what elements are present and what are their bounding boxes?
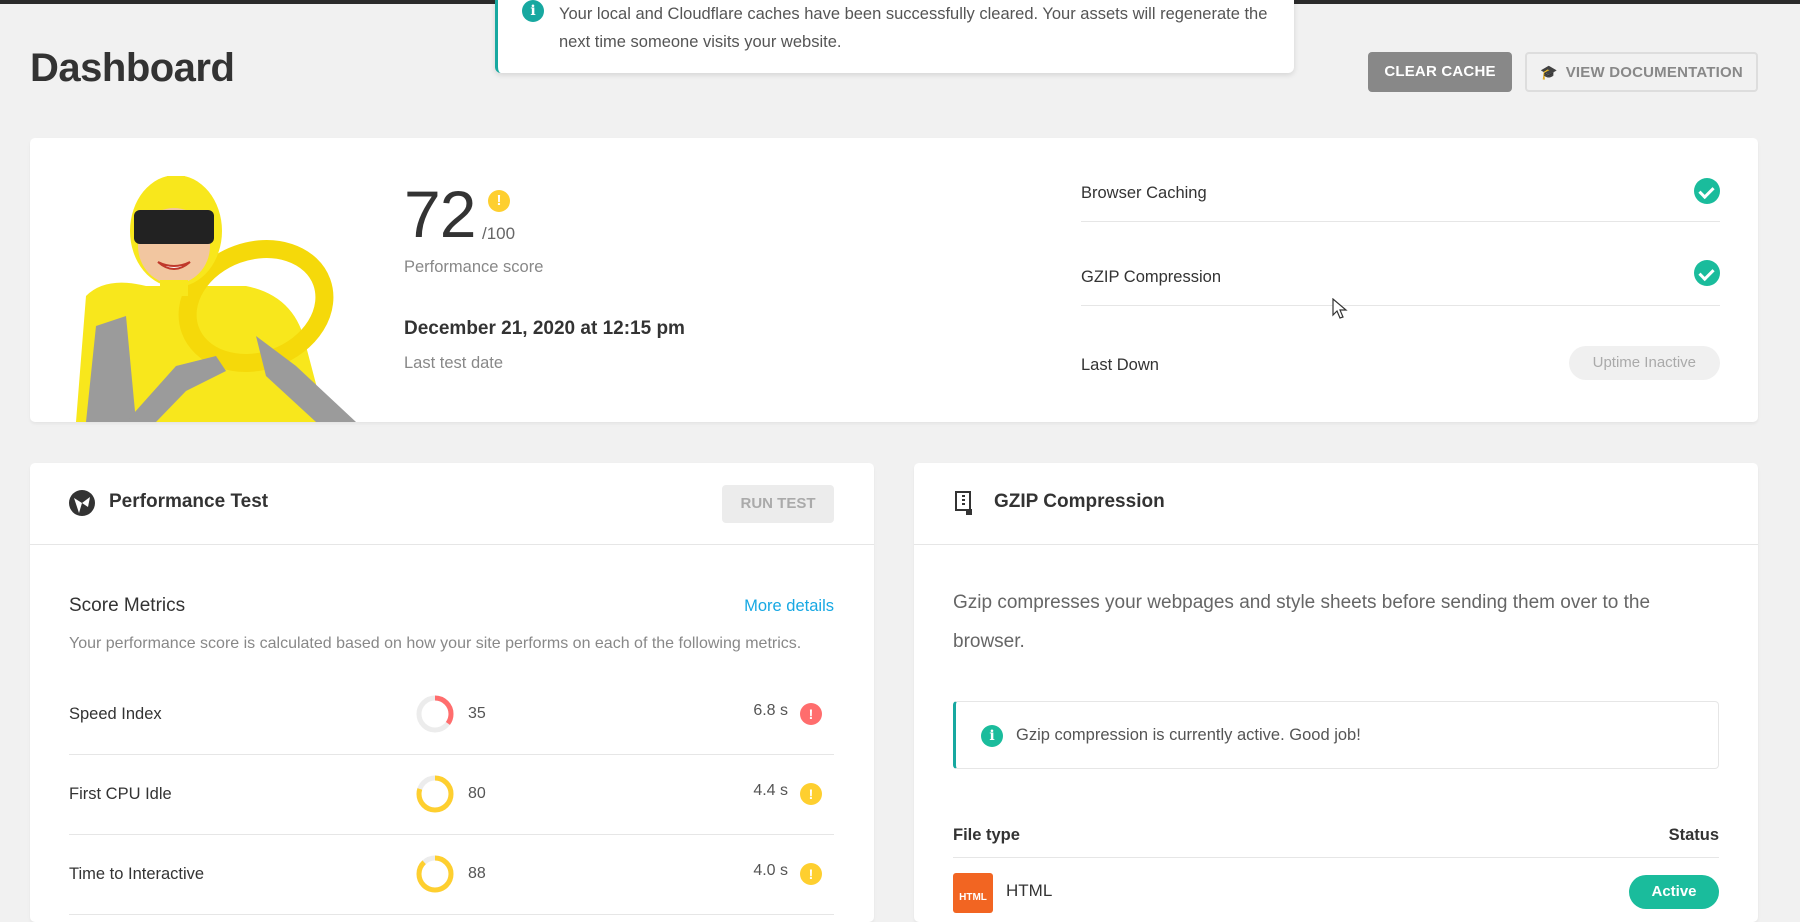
performance-icon (69, 490, 95, 516)
mouse-cursor-icon (1332, 298, 1348, 319)
file-type-table-header: File type Status (953, 818, 1719, 858)
column-file-type: File type (953, 826, 1020, 844)
metric-row[interactable]: Time to Interactive 88 4.0 s ! (69, 835, 834, 915)
stat-browser-caching[interactable]: Browser Caching (1081, 138, 1720, 222)
metric-score-ring (416, 855, 454, 893)
warning-icon: ! (800, 783, 822, 805)
page-title: Dashboard (30, 46, 235, 90)
metric-time: 4.4 s (753, 782, 788, 799)
metric-time: 6.8 s (753, 702, 788, 719)
metric-score: 35 (468, 705, 486, 722)
last-test-date-label: Last test date (404, 354, 504, 372)
check-icon (1694, 178, 1720, 204)
view-documentation-button[interactable]: 🎓 VIEW DOCUMENTATION (1525, 52, 1758, 92)
table-row[interactable]: HTML HTML Active (953, 873, 1719, 922)
performance-score-denominator: /100 (482, 224, 516, 243)
score-metrics-title: Score Metrics (69, 595, 186, 616)
performance-score-label: Performance score (404, 258, 544, 276)
clear-cache-button[interactable]: CLEAR CACHE (1368, 52, 1512, 92)
metric-name: First CPU Idle (69, 785, 172, 803)
last-test-date: December 21, 2020 at 12:15 pm (404, 318, 685, 339)
error-icon: ! (800, 703, 822, 725)
status-badge: Active (1629, 875, 1719, 909)
metric-row[interactable]: First CPU Idle 80 4.4 s ! (69, 755, 834, 835)
performance-card-header: Performance Test RUN TEST (30, 463, 874, 545)
metric-score-ring (416, 695, 454, 733)
metric-name: Time to Interactive (69, 865, 205, 883)
view-documentation-label: VIEW DOCUMENTATION (1565, 64, 1743, 81)
compress-icon (955, 491, 972, 515)
gzip-description: Gzip compresses your webpages and style … (953, 592, 1651, 652)
metric-row[interactable]: Speed Index 35 6.8 s ! (69, 675, 834, 755)
metric-ring-fill (416, 855, 454, 893)
metrics-list: Speed Index 35 6.8 s ! First CPU Idle 80… (69, 675, 834, 915)
more-details-link[interactable]: More details (744, 597, 834, 616)
info-icon: i (981, 725, 1003, 747)
gzip-card-title: GZIP Compression (994, 491, 1165, 512)
warning-icon: ! (800, 863, 822, 885)
stat-label: Last Down (1081, 356, 1159, 374)
gzip-notice-text: Gzip compression is currently active. Go… (1016, 726, 1361, 744)
mascot-illustration (76, 176, 356, 422)
status-list: Browser Caching GZIP Compression Last Do… (1081, 138, 1720, 390)
performance-score: 72 (404, 177, 476, 251)
cache-cleared-notice: i Your local and Cloudflare caches have … (495, 0, 1294, 73)
metric-score-ring (416, 775, 454, 813)
gzip-card-header: GZIP Compression (914, 463, 1758, 545)
warning-icon: ! (488, 190, 510, 212)
gzip-active-notice: i Gzip compression is currently active. … (953, 701, 1719, 769)
check-icon (1694, 260, 1720, 286)
notice-text: Your local and Cloudflare caches have be… (559, 5, 1268, 51)
column-status: Status (1668, 826, 1719, 844)
score-metrics-description: Your performance score is calculated bas… (69, 635, 802, 652)
stat-label: Browser Caching (1081, 184, 1207, 202)
metric-name: Speed Index (69, 705, 162, 723)
uptime-inactive-badge: Uptime Inactive (1568, 346, 1720, 380)
stat-last-down[interactable]: Last Down Uptime Inactive (1081, 306, 1720, 390)
graduation-cap-icon: 🎓 (1540, 64, 1558, 80)
file-type-name: HTML (1006, 881, 1053, 900)
metric-time: 4.0 s (753, 862, 788, 879)
summary-card: 72 ! /100 Performance score December 21,… (30, 138, 1758, 422)
info-icon: i (522, 0, 544, 22)
stat-gzip-compression[interactable]: GZIP Compression (1081, 222, 1720, 306)
stat-label: GZIP Compression (1081, 268, 1221, 286)
metric-score: 80 (468, 785, 486, 802)
performance-test-card: Performance Test RUN TEST Score Metrics … (30, 463, 874, 922)
run-test-button[interactable]: RUN TEST (722, 485, 834, 523)
metric-score: 88 (468, 865, 486, 882)
html-file-icon: HTML (953, 873, 993, 913)
gzip-compression-card: GZIP Compression Gzip compresses your we… (914, 463, 1758, 922)
performance-card-title: Performance Test (109, 491, 269, 512)
